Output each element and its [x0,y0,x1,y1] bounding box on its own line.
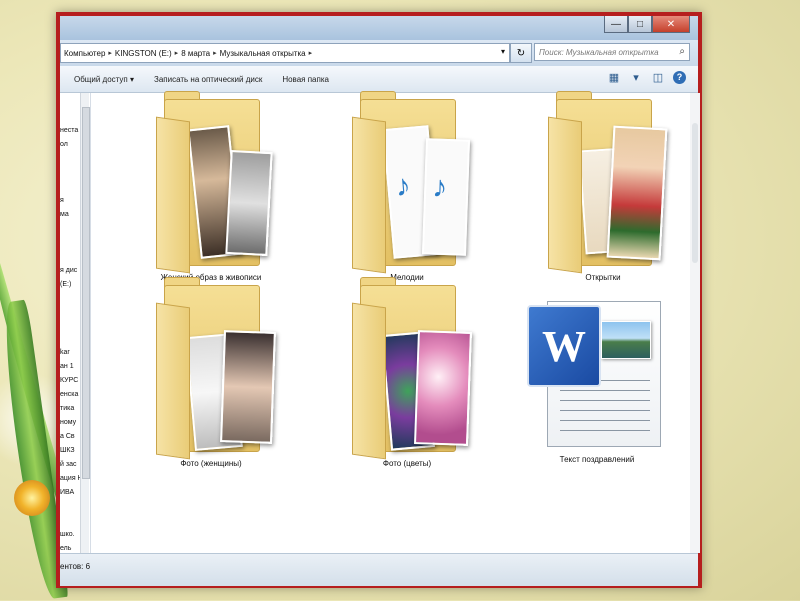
breadcrumb-separator[interactable]: ▸ [309,49,313,57]
nav-item[interactable]: КУРС [60,377,78,384]
word-logo-icon: W [527,305,601,387]
music-note-icon: ♪ [394,169,412,204]
word-document-item[interactable]: W Текст поздравлений [517,291,677,464]
preview-pane-icon[interactable]: ◫ [651,70,665,84]
document-line [560,430,650,431]
help-icon[interactable]: ? [673,70,686,84]
folder-item[interactable]: Женский образ в живописи [131,91,291,282]
nav-item[interactable]: шко. [60,531,75,538]
view-icon[interactable]: ▦ [607,70,621,84]
folder-icon: ♪ ♪ [352,91,471,274]
thumbnail-flower [414,330,472,446]
search-icon[interactable]: ⌕ [679,46,685,57]
search-input[interactable]: Поиск: Музыкальная открытка ⌕ [534,43,690,61]
title-bar: — □ ✕ [60,16,698,40]
burn-disc-button[interactable]: Записать на оптический диск [144,75,272,84]
nav-item[interactable]: (E:) [60,281,71,288]
breadcrumb-current[interactable]: Музыкальная открытка [217,49,309,58]
nav-item[interactable]: а Св [60,433,75,440]
content-scroll-thumb[interactable] [692,123,698,263]
refresh-button[interactable]: ↻ [510,43,532,63]
maximize-button[interactable]: □ [628,16,652,33]
nav-item[interactable]: й зас [60,461,76,468]
close-button[interactable]: ✕ [652,16,690,33]
breadcrumb-drive[interactable]: KINGSTON (E:) [112,49,175,58]
document-line [560,390,650,391]
toolbar-right: ▦ ▾ ◫ ? [607,70,686,84]
folder-front [156,302,190,460]
folder-front [156,116,190,274]
file-name: Мелодии [390,273,424,282]
folder-item[interactable]: Фото (женщины) [131,277,291,468]
file-view: Женский образ в живописи ♪ ♪ Мелодии Отк… [91,91,700,553]
command-toolbar: Общий доступ ▾ Записать на оптический ди… [60,66,698,93]
nav-item[interactable]: енска [60,391,78,398]
folder-icon [548,91,668,274]
file-name: Текст поздравлений [559,455,635,464]
nav-item[interactable]: ма [60,211,69,218]
nav-scrollbar[interactable] [80,93,90,553]
minimize-button[interactable]: — [604,16,628,33]
thumbnail-painting [225,149,273,257]
content-scrollbar[interactable] [690,93,700,553]
nav-item[interactable]: я дис [60,267,77,274]
address-dropdown-icon[interactable]: ▾ [501,47,505,56]
file-name: Фото (женщины) [180,459,242,468]
folder-item[interactable]: Фото (цветы) [327,277,487,468]
nav-item[interactable]: ИВА [60,489,74,496]
nav-item[interactable]: ШКЗ [60,447,75,454]
breadcrumb-computer[interactable]: Компьютер [61,49,108,58]
nav-item[interactable]: неста [60,127,78,134]
folder-item[interactable]: ♪ ♪ Мелодии [327,91,487,282]
folder-item[interactable]: Открытки [523,91,683,282]
search-placeholder: Поиск: Музыкальная открытка [539,47,659,57]
window-controls: — □ ✕ [604,16,690,33]
document-line [560,410,650,411]
document-line [560,420,650,421]
explorer-window: — □ ✕ Компьютер ▸ KINGSTON (E:) ▸ 8 март… [56,12,702,588]
folder-icon [156,91,273,274]
view-dropdown-icon[interactable]: ▾ [629,70,643,84]
word-document-icon: W [527,291,667,451]
share-button[interactable]: Общий доступ ▾ [60,75,144,84]
breadcrumb-folder[interactable]: 8 марта [178,49,213,58]
nav-item[interactable]: ол [60,141,68,148]
nav-item[interactable]: тика [60,405,74,412]
address-bar-area: Компьютер ▸ KINGSTON (E:) ▸ 8 марта ▸ Му… [60,40,698,67]
document-line [560,400,650,401]
nav-item[interactable]: ан 1 [60,363,74,370]
folder-icon [156,277,276,460]
nav-item[interactable]: kar [60,349,70,356]
nav-scroll-thumb[interactable] [82,107,90,479]
thumbnail-photo [220,330,276,444]
file-name: Открытки [585,273,621,282]
thumbnail-postcard [606,125,668,261]
status-bar: ентов: 6 [60,553,698,586]
nav-item[interactable]: я [60,197,64,204]
address-bar[interactable]: Компьютер ▸ KINGSTON (E:) ▸ 8 марта ▸ Му… [60,43,510,63]
document-image-thumbnail [601,321,651,359]
file-name: Фото (цветы) [382,459,432,468]
folder-front [352,116,386,274]
navigation-pane: неста ол я ма я дис (E:) kar ан 1 КУРС е… [60,93,91,553]
new-folder-button[interactable]: Новая папка [272,75,339,84]
thumbnail-audio: ♪ [421,138,471,256]
folder-icon [352,277,472,460]
music-note-icon: ♪ [431,170,448,205]
background-flower [14,480,50,516]
nav-item[interactable]: ному [60,419,76,426]
nav-item[interactable]: ель [60,545,71,552]
item-count: ентов: 6 [60,562,91,571]
folder-front [352,302,386,460]
file-name: Женский образ в живописи [160,273,262,282]
folder-front [548,116,582,274]
